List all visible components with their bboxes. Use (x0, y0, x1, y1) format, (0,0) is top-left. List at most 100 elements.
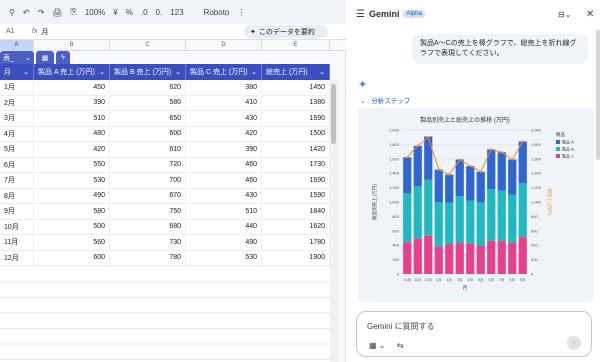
undo-button[interactable]: ↶ (20, 8, 33, 17)
table-cell[interactable]: 600 (110, 126, 186, 141)
more-options-icon[interactable]: ⋮ (234, 8, 248, 17)
table-cell[interactable]: 11月 (0, 235, 34, 250)
menu-icon[interactable]: ☰ (356, 9, 365, 20)
table-filter-button[interactable]: ϟ (56, 51, 70, 64)
table-cell[interactable]: 1730 (262, 157, 330, 172)
table-cell[interactable]: 2月 (0, 95, 34, 110)
table-cell[interactable]: 510 (186, 204, 262, 219)
table-cell[interactable]: 600 (34, 250, 110, 265)
table-cell[interactable]: 390 (186, 142, 262, 157)
table-cell[interactable]: 620 (110, 80, 186, 95)
table-cell[interactable]: 1月 (0, 80, 34, 95)
tune-icon[interactable]: ⇆ (397, 341, 404, 350)
table-cell[interactable]: 1900 (262, 250, 330, 265)
close-icon[interactable]: ✕ (586, 9, 594, 20)
table-cell[interactable]: 1590 (262, 188, 330, 203)
table-cell[interactable]: 1620 (262, 219, 330, 234)
table-cell[interactable]: 750 (110, 204, 186, 219)
print-button[interactable]: 🖨 (49, 8, 65, 17)
table-cell[interactable]: 7月 (0, 173, 34, 188)
table-cell[interactable]: 1780 (262, 235, 330, 250)
header-product-c[interactable]: 製品 C 売上 (万円) ⌄ (186, 64, 262, 80)
panel-layout-icon[interactable]: ⊟⌄ (558, 10, 571, 19)
chart-card[interactable]: 製品別売上と総売上の推移 (万円) 0 0 200 200 400 400 600 600 800… (358, 108, 594, 302)
increase-decimal-button[interactable]: 0. (153, 8, 166, 17)
table-cell[interactable]: 9月 (0, 204, 34, 219)
col-letter-b[interactable]: B (34, 40, 110, 50)
table-cell[interactable]: 8月 (0, 188, 34, 203)
more-formats-button[interactable]: 123 (167, 8, 186, 17)
table-cell[interactable]: 480 (34, 126, 110, 141)
col-letter-e[interactable]: E (262, 40, 330, 50)
table-cell[interactable]: 680 (110, 219, 186, 234)
table-cell[interactable]: 580 (110, 95, 186, 110)
table-cell[interactable]: 610 (110, 142, 186, 157)
prompt-input[interactable]: Gemini に質問する (367, 321, 435, 332)
header-total[interactable]: 総売上 (万円) ⌄ (262, 64, 330, 80)
table-cell[interactable]: 430 (186, 188, 262, 203)
table-cell[interactable]: 450 (34, 80, 110, 95)
table-cell[interactable]: 12月 (0, 250, 34, 265)
cell-ref[interactable]: A1 (0, 28, 28, 35)
table-cell[interactable]: 6月 (0, 157, 34, 172)
summarize-button[interactable]: ✦ このデータを要約 (244, 25, 328, 38)
header-month[interactable]: 月 ⌄ (0, 64, 34, 80)
table-cell[interactable]: 530 (186, 250, 262, 265)
table-cell[interactable]: 1690 (262, 173, 330, 188)
col-letter-a[interactable]: A (0, 40, 34, 50)
table-cell[interactable]: 1420 (262, 142, 330, 157)
analysis-steps-toggle[interactable]: ⌄ 分析ステップ (360, 95, 410, 105)
redo-button[interactable]: ↷ (35, 8, 48, 17)
table-cell[interactable]: 440 (186, 219, 262, 234)
table-cell[interactable]: 460 (186, 157, 262, 172)
table-name-chip[interactable]: 表_ ⌄ (0, 51, 34, 64)
table-cell[interactable]: 490 (186, 235, 262, 250)
panel-scrollbar[interactable] (596, 30, 600, 160)
table-cell[interactable]: 390 (34, 95, 110, 110)
table-cell[interactable]: 670 (110, 188, 186, 203)
table-cell[interactable]: 780 (110, 250, 186, 265)
percent-format-button[interactable]: % (123, 8, 136, 17)
scrollbar-thumb[interactable] (331, 84, 336, 144)
table-cell[interactable]: 730 (110, 235, 186, 250)
table-cell[interactable]: 560 (34, 235, 110, 250)
table-cell[interactable]: 550 (34, 157, 110, 172)
table-cell[interactable]: 700 (110, 173, 186, 188)
table-insert-icon[interactable]: ▦ ⌄ (369, 341, 385, 350)
table-cell[interactable]: 1380 (262, 95, 330, 110)
table-view-button[interactable]: ▦ (36, 51, 54, 64)
header-product-b[interactable]: 製品 B 売上 (万円) ⌄ (110, 64, 186, 80)
font-select[interactable]: Roboto (201, 8, 233, 17)
table-cell[interactable]: 380 (186, 80, 262, 95)
search-menus-icon[interactable]: ⚲ (6, 8, 18, 17)
table-cell[interactable]: 1450 (262, 80, 330, 95)
table-cell[interactable]: 5月 (0, 142, 34, 157)
table-cell[interactable]: 1840 (262, 204, 330, 219)
table-cell[interactable]: 410 (186, 95, 262, 110)
decrease-decimal-button[interactable]: .0 (138, 8, 151, 17)
table-cell[interactable]: 1500 (262, 126, 330, 141)
paint-format-button[interactable]: ⎘ (67, 7, 79, 17)
table-cell[interactable]: 510 (34, 111, 110, 126)
header-product-a[interactable]: 製品 A 売上 (万円) ⌄ (34, 64, 110, 80)
table-cell[interactable]: 1590 (262, 111, 330, 126)
table-cell[interactable]: 460 (186, 173, 262, 188)
table-cell[interactable]: 420 (34, 142, 110, 157)
table-cell[interactable]: 650 (110, 111, 186, 126)
table-cell[interactable]: 4月 (0, 126, 34, 141)
table-cell[interactable]: 10月 (0, 219, 34, 234)
table-cell[interactable]: 530 (34, 173, 110, 188)
col-letter-d[interactable]: D (186, 40, 262, 50)
table-cell[interactable]: 490 (34, 188, 110, 203)
table-cell[interactable]: 3月 (0, 111, 34, 126)
send-button[interactable]: ↑ (567, 336, 581, 350)
formula-input[interactable]: 月 (41, 27, 48, 37)
table-cell[interactable]: 420 (186, 126, 262, 141)
table-cell[interactable]: 580 (34, 204, 110, 219)
empty-grid[interactable] (0, 267, 330, 362)
table-cell[interactable]: 720 (110, 157, 186, 172)
table-cell[interactable]: 430 (186, 111, 262, 126)
currency-format-button[interactable]: ¥ (110, 8, 120, 17)
zoom-select[interactable]: 100% (82, 8, 108, 17)
table-cell[interactable]: 500 (34, 219, 110, 234)
